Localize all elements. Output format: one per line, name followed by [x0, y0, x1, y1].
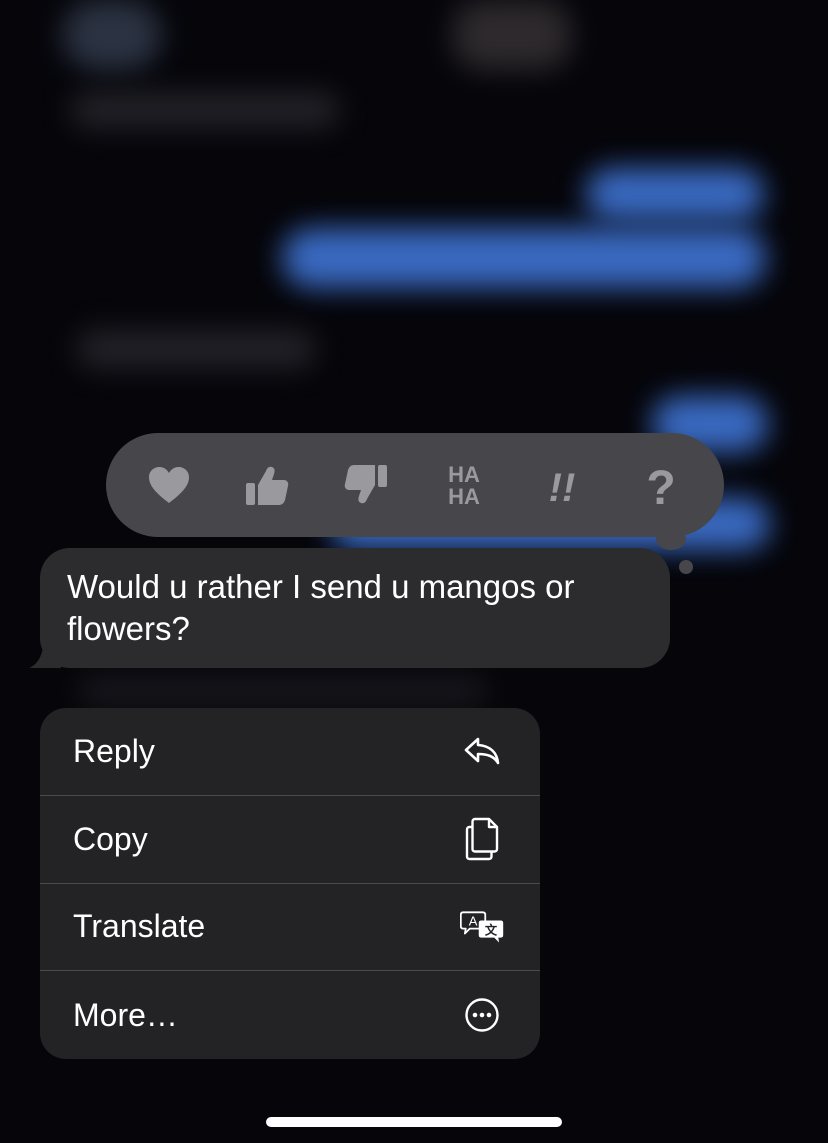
menu-item-label: Translate: [73, 908, 206, 945]
menu-item-label: More…: [73, 996, 178, 1033]
copy-icon: [460, 817, 504, 861]
context-menu: Reply Copy Translate A 文 More…: [40, 708, 540, 1059]
thumbs-down-reaction-button[interactable]: [334, 453, 398, 517]
svg-text:文: 文: [485, 922, 498, 937]
menu-item-translate[interactable]: Translate A 文: [40, 884, 540, 972]
svg-text:!!: !!: [549, 466, 576, 509]
home-indicator[interactable]: [266, 1117, 562, 1127]
question-icon: ?: [646, 462, 675, 510]
heart-icon: [149, 467, 190, 503]
menu-item-label: Reply: [73, 732, 155, 769]
thumbs-up-icon: [246, 466, 289, 505]
blurred-sent-message-2: [282, 228, 766, 288]
blurred-message-2: [76, 330, 316, 368]
menu-item-more[interactable]: More…: [40, 971, 540, 1059]
svg-text:A: A: [469, 913, 478, 928]
svg-text:?: ?: [646, 462, 675, 510]
screen: HA HA !! ? Would u rather I send u mango…: [0, 0, 828, 1143]
blurred-avatar-right: [452, 0, 572, 70]
thumbs-up-reaction-button[interactable]: [235, 453, 299, 517]
exclamation-icon: !!: [549, 466, 576, 509]
haha-icon: HA HA: [448, 462, 480, 509]
question-reaction-button[interactable]: ?: [629, 453, 693, 517]
more-icon: [460, 993, 504, 1037]
blurred-sent-message-1: [586, 168, 764, 220]
svg-text:HA: HA: [448, 484, 480, 509]
message-bubble: Would u rather I send u mangos or flower…: [40, 548, 670, 668]
tapback-tail-dot: [679, 560, 693, 574]
blurred-message-3: [78, 676, 488, 706]
reaction-bar: HA HA !! ?: [106, 433, 724, 537]
message-text: Would u rather I send u mangos or flower…: [67, 568, 575, 647]
thumbs-down-icon: [344, 465, 387, 504]
blurred-avatar-left: [62, 0, 162, 70]
menu-item-label: Copy: [73, 820, 148, 857]
blurred-message-1: [70, 92, 340, 128]
menu-item-copy[interactable]: Copy: [40, 796, 540, 884]
haha-reaction-button[interactable]: HA HA: [432, 453, 496, 517]
emphasize-reaction-button[interactable]: !!: [530, 453, 594, 517]
reply-icon: [460, 729, 504, 773]
menu-item-reply[interactable]: Reply: [40, 708, 540, 796]
translate-icon: A 文: [460, 905, 504, 949]
heart-reaction-button[interactable]: [137, 453, 201, 517]
